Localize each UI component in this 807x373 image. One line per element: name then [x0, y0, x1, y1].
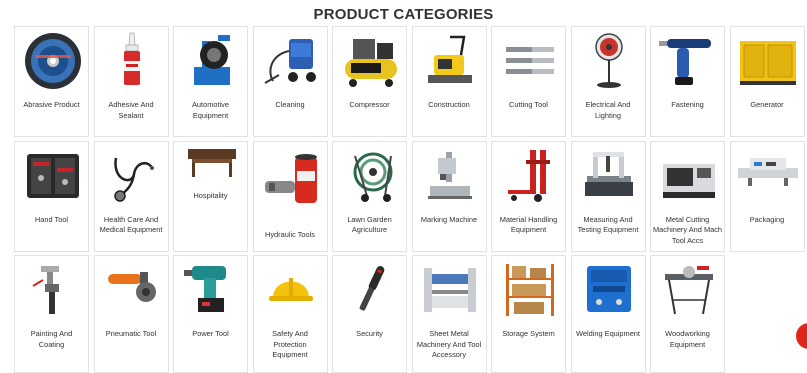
category-label: Woodworking Equipment: [665, 329, 710, 349]
pressure-washer-icon: [254, 31, 327, 91]
category-card-safety-protection[interactable]: Safety And Protection Equipment: [252, 255, 328, 373]
category-label: Metal Cutting Machinery And Mach Tool Ac…: [653, 214, 723, 245]
category-card-sheet-metal[interactable]: Sheet Metal Machinery And Tool Accessory: [411, 255, 487, 373]
impact-driver-icon: [174, 260, 247, 320]
category-label: Automotive Equipment: [192, 100, 229, 120]
hydraulic-cylinder-icon: [254, 152, 327, 212]
category-card-welding-equipment[interactable]: Welding Equipment: [570, 255, 646, 373]
stand-fan-icon: [572, 31, 645, 91]
category-label: Hydraulic Tools: [265, 229, 315, 239]
category-card-abrasive-product[interactable]: Abrasive Product: [14, 26, 89, 137]
category-label: Hospitality: [193, 190, 228, 200]
category-grid: Abrasive Product Adhesive And Sealant Au: [14, 26, 805, 373]
category-card-pneumatic-tool[interactable]: Pneumatic Tool: [93, 255, 169, 373]
storage-rack-icon: [492, 260, 565, 320]
category-label: Safety And Protection Equipment: [272, 329, 308, 359]
category-card-health-care[interactable]: Health Care And Medical Equipment: [93, 140, 169, 252]
category-label: Construction: [428, 100, 470, 109]
abrasive-disc-icon: [15, 31, 88, 91]
category-card-electrical-and-lighting[interactable]: Electrical And Lighting: [570, 26, 646, 137]
category-label: Fastening: [671, 100, 704, 109]
category-card-construction[interactable]: Construction: [411, 26, 487, 137]
category-label: Hand Tool: [34, 214, 69, 224]
metal-detector-icon: [333, 260, 406, 320]
category-card-cleaning[interactable]: Cleaning: [252, 26, 328, 137]
hand-truck-icon: [492, 146, 565, 206]
page-title: PRODUCT CATEGORIES: [313, 6, 494, 23]
category-label: Cutting Tool: [509, 100, 548, 109]
category-label: Lawn Garden Agriculture: [347, 214, 392, 235]
category-card-hydraulic-tools[interactable]: Hydraulic Tools: [252, 140, 328, 252]
cnc-lathe-icon: [651, 146, 724, 206]
category-card-automotive-equipment[interactable]: Automotive Equipment: [173, 26, 248, 137]
welding-machine-icon: [572, 260, 645, 320]
category-label: Abrasive Product: [23, 100, 80, 109]
table-saw-icon: [651, 260, 724, 320]
category-card-painting-coating[interactable]: Painting And Coating: [14, 255, 89, 373]
category-card-hand-tool[interactable]: Hand Tool: [14, 140, 89, 252]
hose-reel-icon: [333, 146, 406, 206]
category-label: Packaging: [749, 214, 785, 224]
category-label: Health Care And Medical Equipment: [99, 214, 163, 235]
hard-hat-icon: [254, 260, 327, 320]
category-card-metal-cutting[interactable]: Metal Cutting Machinery And Mach Tool Ac…: [650, 140, 725, 252]
category-card-lawn-garden[interactable]: Lawn Garden Agriculture: [332, 140, 407, 252]
category-card-measuring-testing[interactable]: Measuring And Testing Equipment: [570, 140, 646, 252]
marking-machine-icon: [413, 146, 486, 206]
category-label: Welding Equipment: [576, 329, 640, 338]
category-card-generator[interactable]: Generator: [729, 26, 805, 137]
category-label: Security: [356, 329, 383, 338]
air-compressor-icon: [333, 31, 406, 91]
category-label: Generator: [750, 100, 784, 109]
category-label: Storage System: [502, 329, 555, 338]
category-card-woodworking-equipment[interactable]: Woodworking Equipment: [650, 255, 725, 373]
category-card-cutting-tool[interactable]: Cutting Tool: [491, 26, 566, 137]
category-label: Marking Machine: [420, 214, 478, 224]
tool-case-icon: [15, 146, 88, 206]
category-card-marking-machine[interactable]: Marking Machine: [411, 140, 487, 252]
category-label: Measuring And Testing Equipment: [577, 214, 639, 235]
category-card-packaging[interactable]: Packaging: [729, 140, 805, 252]
band-sealer-icon: [731, 142, 804, 202]
generator-icon: [731, 31, 804, 91]
category-label: Adhesive And Sealant: [108, 100, 154, 120]
press-brake-icon: [413, 260, 486, 320]
spray-gun-icon: [15, 260, 88, 320]
category-label: Material Handling Equipment: [499, 214, 558, 235]
category-label: Sheet Metal Machinery And Tool Accessory: [416, 329, 482, 359]
category-card-adhesive-and-sealant[interactable]: Adhesive And Sealant: [93, 26, 169, 137]
category-label: Compressor: [349, 100, 390, 109]
category-card-material-handling[interactable]: Material Handling Equipment: [491, 140, 566, 252]
category-label: Pneumatic Tool: [105, 329, 157, 338]
plate-compactor-icon: [413, 31, 486, 91]
adhesive-bottle-icon: [95, 31, 168, 91]
stethoscope-icon: [95, 146, 168, 206]
cmm-machine-icon: [572, 146, 645, 206]
category-label: Power Tool: [192, 329, 229, 338]
category-label: Electrical And Lighting: [585, 100, 631, 120]
angle-grinder-icon: [95, 260, 168, 320]
rivet-gun-icon: [651, 31, 724, 91]
category-card-hospitality[interactable]: Hospitality: [173, 140, 248, 252]
category-card-fastening[interactable]: Fastening: [650, 26, 725, 137]
tyre-changer-icon: [174, 31, 247, 91]
category-label: Cleaning: [275, 100, 305, 109]
end-mill-icon: [492, 31, 565, 91]
category-card-compressor[interactable]: Compressor: [332, 26, 407, 137]
coffee-table-icon: [174, 142, 247, 196]
category-label: Painting And Coating: [30, 329, 73, 349]
category-card-storage-system[interactable]: Storage System: [491, 255, 566, 373]
category-card-power-tool[interactable]: Power Tool: [173, 255, 248, 373]
category-card-security[interactable]: Security: [332, 255, 407, 373]
